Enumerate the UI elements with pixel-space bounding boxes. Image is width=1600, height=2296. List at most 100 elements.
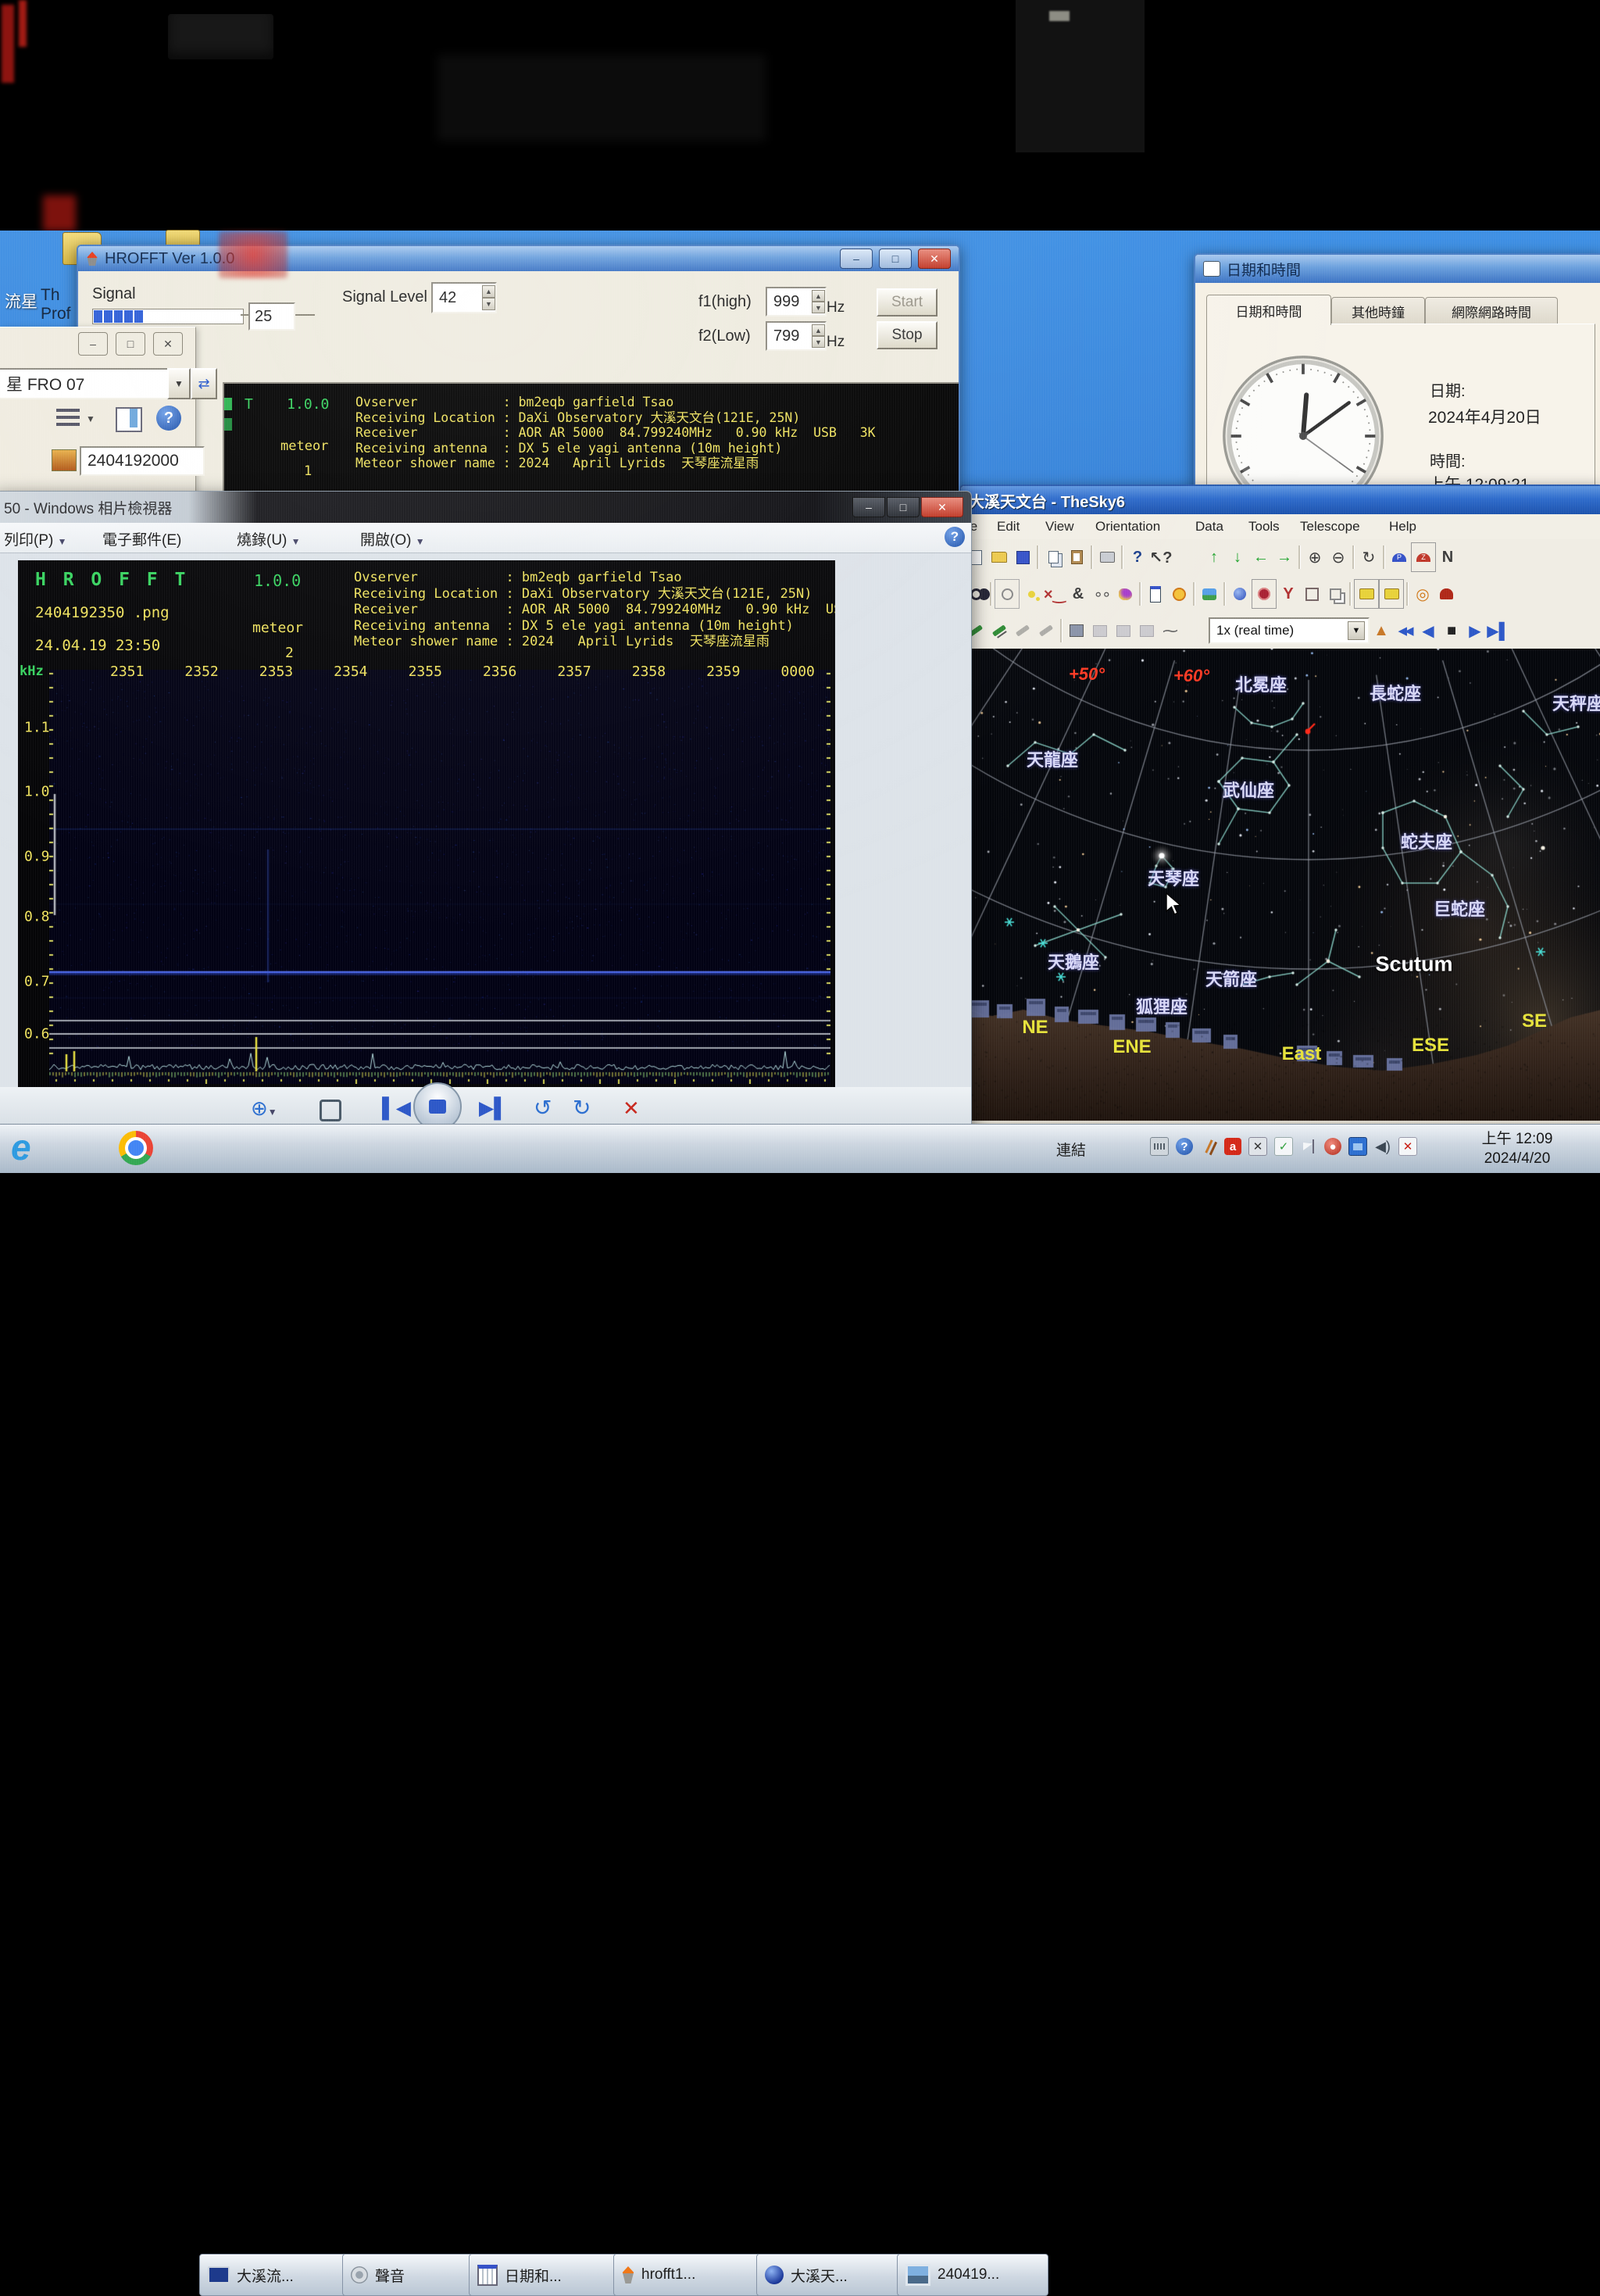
- datetime-dialog-titlebar[interactable]: 日期和時間: [1195, 255, 1600, 283]
- taskbar-button-image[interactable]: 240419...: [897, 2254, 1048, 2296]
- image-link-icon[interactable]: [1088, 617, 1112, 645]
- chart-crop-icon[interactable]: [1300, 580, 1323, 608]
- viewer-delete-icon[interactable]: ✕: [623, 1096, 640, 1121]
- taskbar-button-daxi-meteor[interactable]: 大溪流...: [199, 2254, 351, 2296]
- rotate-view-icon[interactable]: ↻: [1357, 543, 1380, 571]
- stop-time-icon[interactable]: ■: [1440, 617, 1463, 645]
- nebula-icon[interactable]: [1113, 580, 1137, 608]
- update-check-icon[interactable]: ✓: [1274, 1137, 1293, 1156]
- time-skip-icon[interactable]: ▲: [1370, 617, 1393, 645]
- viewer-help-icon[interactable]: ?: [945, 527, 965, 547]
- observatory-icon[interactable]: [1065, 617, 1088, 645]
- viewer-maximize-button[interactable]: □: [887, 497, 920, 517]
- help-round-icon[interactable]: ?: [156, 406, 181, 431]
- stop-button[interactable]: Stop: [877, 321, 938, 349]
- wizard-icon[interactable]: ⁓: [1159, 617, 1182, 645]
- start-button[interactable]: Start: [877, 288, 938, 317]
- hrofft-close-button[interactable]: ✕: [918, 249, 951, 269]
- hrofft-titlebar[interactable]: HROFFT Ver 1.0.0 – □ ✕: [78, 246, 959, 271]
- taskbar-button-sound[interactable]: 聲音: [342, 2254, 477, 2296]
- photo-viewer-titlebar[interactable]: 50 - Windows 相片檢視器 – □ ✕: [0, 492, 971, 523]
- play-back-icon[interactable]: ◀: [1416, 617, 1440, 645]
- menu-print[interactable]: 列印(P) ▼: [4, 528, 67, 549]
- copy-icon[interactable]: [1041, 543, 1065, 571]
- tab-internet-time[interactable]: 網際網路時間: [1425, 297, 1558, 324]
- menu-view[interactable]: View: [1045, 519, 1074, 535]
- pan-left-icon[interactable]: ←: [1249, 543, 1273, 571]
- paste-icon[interactable]: [1065, 543, 1088, 571]
- viewer-minimize-button[interactable]: –: [852, 497, 885, 517]
- time-rate-dropdown[interactable]: 1x (real time) ▼: [1209, 617, 1370, 644]
- thesky-titlebar[interactable]: 大溪天文台 - TheSky6: [961, 486, 1600, 514]
- help-icon[interactable]: ?: [1126, 543, 1149, 571]
- celestial-sphere-icon[interactable]: [1228, 580, 1252, 608]
- signal-level-field[interactable]: 42 ▲▼: [431, 282, 497, 313]
- telephone-icon[interactable]: [1354, 579, 1379, 609]
- solar-system-icon[interactable]: [1167, 580, 1191, 608]
- daylight-icon[interactable]: ◎: [1411, 580, 1434, 608]
- left-window-close-button[interactable]: ✕: [153, 332, 183, 356]
- north-icon[interactable]: N: [1436, 543, 1459, 571]
- menu-burn[interactable]: 燒錄(U) ▼: [237, 528, 301, 549]
- zoom-out-icon[interactable]: ⊖: [1327, 543, 1350, 571]
- pan-up-icon[interactable]: ↑: [1202, 543, 1226, 571]
- file-thumb-icon[interactable]: [52, 449, 77, 471]
- volume-icon[interactable]: ◀): [1374, 1138, 1391, 1155]
- menu-email[interactable]: 電子郵件(E): [102, 528, 181, 549]
- save-icon[interactable]: [1011, 543, 1034, 571]
- recorder-icon[interactable]: ●: [1324, 1138, 1341, 1155]
- pan-down-icon[interactable]: ↓: [1226, 543, 1249, 571]
- ecliptic-icon[interactable]: &: [1066, 580, 1090, 608]
- data-panel-icon[interactable]: [1144, 580, 1167, 608]
- step-forward-icon[interactable]: ▶▌: [1487, 617, 1510, 645]
- tray-help-icon[interactable]: ?: [1176, 1138, 1193, 1155]
- f1-field[interactable]: 999 ▲▼: [766, 287, 827, 317]
- viewer-rotate-cw-icon[interactable]: ↻: [573, 1095, 591, 1121]
- signal-level-spinner[interactable]: ▲▼: [482, 285, 495, 310]
- menu-edit[interactable]: Edit: [997, 519, 1020, 535]
- hrofft-maximize-button[interactable]: □: [879, 249, 912, 269]
- mosaic-icon[interactable]: [1323, 580, 1347, 608]
- menu-help[interactable]: Help: [1389, 519, 1416, 535]
- left-window-maximize-button[interactable]: □: [116, 332, 145, 356]
- telescope-icon-4[interactable]: [1034, 617, 1058, 645]
- dropdown-arrow-icon[interactable]: ▼: [1348, 621, 1365, 640]
- constellation-lines-icon[interactable]: Y: [1277, 580, 1300, 608]
- keyboard-icon[interactable]: [1150, 1137, 1169, 1156]
- taskbar-button-hrofft[interactable]: hrofft1...: [613, 2254, 763, 2296]
- viewer-actual-size-icon[interactable]: [320, 1100, 341, 1121]
- telescope-icon-2[interactable]: [988, 617, 1011, 645]
- list-view-icon[interactable]: [56, 409, 80, 429]
- menu-tools[interactable]: Tools: [1248, 519, 1280, 535]
- star-cluster-icon[interactable]: ∘∘: [1090, 580, 1113, 608]
- hrofft-minimize-button[interactable]: –: [840, 249, 873, 269]
- telephone-pad-icon[interactable]: [1379, 579, 1404, 609]
- tab-additional-clocks[interactable]: 其他時鐘: [1331, 297, 1425, 324]
- image-icon-2[interactable]: [1112, 617, 1135, 645]
- night-vision-icon[interactable]: [1434, 580, 1458, 608]
- links-toolbar-label[interactable]: 連結: [1056, 1139, 1086, 1160]
- task-close-icon[interactable]: ✕: [1248, 1137, 1267, 1156]
- menu-data[interactable]: Data: [1195, 519, 1223, 535]
- constellation-figure-icon[interactable]: ×‿: [1043, 580, 1066, 608]
- viewer-previous-icon[interactable]: ▌◀: [382, 1096, 411, 1120]
- chrome-icon[interactable]: [119, 1131, 153, 1165]
- pan-right-icon[interactable]: →: [1273, 543, 1296, 571]
- image-icon-3[interactable]: [1135, 617, 1159, 645]
- viewer-close-button[interactable]: ✕: [921, 497, 963, 517]
- fro-combo[interactable]: 星 FRO 07: [0, 368, 178, 399]
- sky-chart[interactable]: +50° +60° 北冕座 長蛇座 天秤座 天龍座 武仙座 蛇夫座 天琴座 巨蛇…: [961, 649, 1600, 1121]
- pen-icon[interactable]: [1200, 1138, 1217, 1155]
- taskbar-button-thesky[interactable]: 大溪天...: [756, 2254, 905, 2296]
- sky-chart-canvas[interactable]: [961, 649, 1600, 1121]
- preview-pane-icon[interactable]: [116, 407, 142, 432]
- f1-spinner[interactable]: ▲▼: [812, 290, 825, 313]
- f2-spinner[interactable]: ▲▼: [812, 324, 825, 348]
- signal-value-field[interactable]: 25: [248, 302, 295, 331]
- sync-alert-icon[interactable]: ✕: [1398, 1137, 1417, 1156]
- taskbar-button-datetime[interactable]: 日期和...: [469, 2254, 620, 2296]
- fro-combo-dropdown-icon[interactable]: ▼: [167, 368, 191, 399]
- double-star-icon[interactable]: [1020, 580, 1043, 608]
- fov-circle-icon[interactable]: [995, 579, 1020, 609]
- horizon-icon[interactable]: [1198, 580, 1221, 608]
